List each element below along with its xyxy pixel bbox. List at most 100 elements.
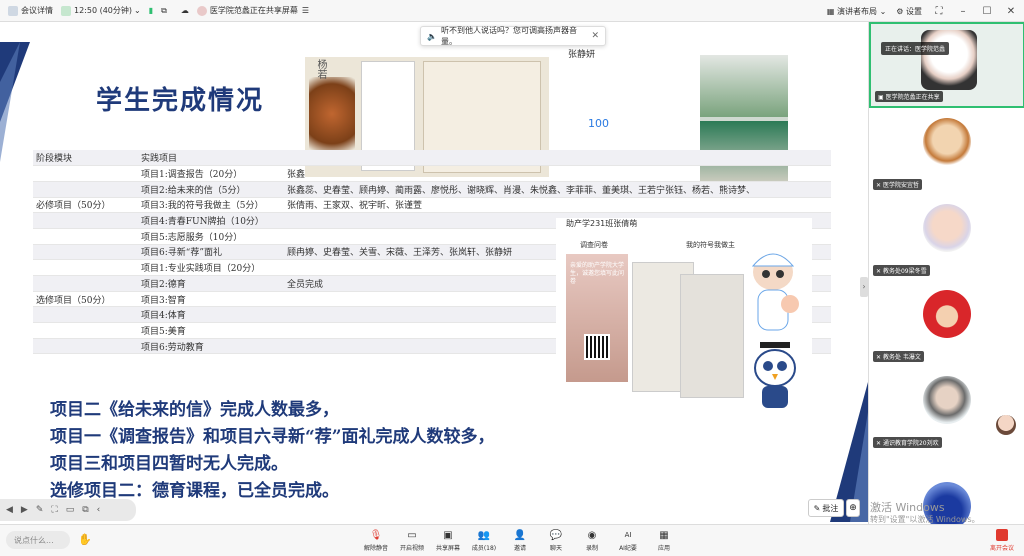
- table-cell: 项目4:青春FUN牌拍（10分）: [138, 212, 284, 229]
- collage-label-survey: 调查问卷: [580, 241, 608, 249]
- participant-name-text: 教务处09梁冬雪: [882, 268, 927, 275]
- tool-label: 共享屏幕: [435, 545, 460, 552]
- camera-icon[interactable]: ▭: [66, 505, 75, 515]
- participant-panel: 正在讲话：医学院范蠡 ▣ 医学院范蠡正在共享 ✕ 医学院安宜哲 ✕ 教务处09梁…: [868, 22, 1024, 530]
- video-icon: ▭: [407, 529, 417, 541]
- mic-off-button[interactable]: 🎙 解除静音: [360, 527, 392, 555]
- shared-screen: 学生完成情况 杨若 张静妍 100 阶段模块 实践项目 项目1:调查报告（20分）张…: [0, 22, 868, 524]
- gear-icon: ⚙: [896, 6, 904, 16]
- table-cell: 张倩雨、王家双、祝宇昕、张谨萱: [284, 197, 831, 214]
- windows-watermark: 激活 Windows 转到"设置"以激活 Windows。: [870, 502, 980, 526]
- mic-off-icon: ✕: [876, 354, 883, 361]
- apps-button[interactable]: ▦ 应用: [648, 527, 680, 555]
- chat-icon: 💬: [549, 529, 563, 541]
- raise-hand-icon[interactable]: ✋: [78, 533, 92, 546]
- table-cell: [33, 212, 138, 229]
- collapse-icon[interactable]: ‹: [97, 505, 101, 515]
- avatar: [923, 290, 971, 338]
- chat-input[interactable]: 说点什么...: [6, 531, 70, 549]
- participant-tile[interactable]: ✕ 医学院安宜哲: [869, 108, 1024, 194]
- table-cell: 项目2:给未来的信（5分）: [138, 181, 284, 198]
- table-cell: 项目3:智育: [138, 291, 284, 308]
- tool-label: AI纪要: [619, 545, 637, 552]
- fullscreen-icon[interactable]: ⛶: [932, 6, 946, 17]
- participant-name: ✕ 教务处09梁冬雪: [873, 265, 930, 276]
- popout-icon[interactable]: ⧉: [161, 6, 167, 16]
- members-icon: 👥: [477, 529, 491, 541]
- participant-name: ✕ 教务处 韦瀑文: [873, 351, 924, 362]
- participant-name: ✕ 医学院安宜哲: [873, 179, 922, 190]
- settings-button[interactable]: ⚙ 设置: [896, 6, 922, 17]
- table-cell: [33, 306, 138, 324]
- participant-tile[interactable]: ✕ 通识教育学院20刘欢: [869, 366, 1024, 452]
- zoom-icon: ⊕: [849, 503, 857, 513]
- members-button[interactable]: 👥 成员(18): [468, 527, 500, 555]
- handwritten-page: [680, 274, 744, 398]
- sharing-icon: ▣: [878, 94, 886, 101]
- speaker-icon: 🔈: [427, 31, 437, 41]
- mic-off-icon: ✕: [876, 182, 883, 189]
- meeting-time: 12:50 (40分钟): [74, 6, 133, 15]
- pen-icon[interactable]: ✎: [36, 505, 44, 515]
- layout-button[interactable]: ▦ 演讲者布局 ⌄: [827, 6, 886, 17]
- participant-name-text: 通识教育学院20刘欢: [882, 440, 939, 447]
- table-cell: 项目6:劳动教育: [138, 338, 284, 355]
- chevron-down-icon: ⌄: [134, 6, 141, 15]
- ai-button[interactable]: AI AI纪要: [612, 527, 644, 555]
- table-row: 必修项目（50分） 项目3:我的符号我做主（5分） 张倩雨、王家双、祝宇昕、张谨萱: [33, 197, 831, 214]
- qr-code-icon: [584, 334, 610, 360]
- self-view-avatar[interactable]: [996, 415, 1016, 435]
- table-cell: [33, 322, 138, 339]
- copy-icon[interactable]: ⧉: [82, 505, 88, 515]
- table-cell: [33, 228, 138, 245]
- signal-icon: ▮: [148, 6, 154, 15]
- speaker-volume-notice: 🔈 听不到他人说话吗？您可调高扬声器音量。 ✕: [420, 26, 606, 46]
- participant-tile[interactable]: ✕ 教务处09梁冬雪: [869, 194, 1024, 280]
- zoom-button[interactable]: ⊕: [846, 499, 860, 517]
- meeting-info-button[interactable]: 会议详情: [8, 5, 53, 16]
- tool-label: 聊天: [549, 545, 562, 552]
- participant-tile[interactable]: 正在讲话：医学院范蠡 ▣ 医学院范蠡正在共享: [869, 22, 1024, 108]
- screenshot-icon[interactable]: ⛶: [51, 505, 57, 515]
- minimize-icon[interactable]: –: [956, 6, 970, 17]
- record-button[interactable]: ◉ 录制: [576, 527, 608, 555]
- table-row: 项目1:调查报告（20分） 张鑫: [33, 165, 831, 182]
- table-cell: [33, 165, 138, 182]
- leave-label: 离开会议: [989, 545, 1014, 552]
- survey-card: 亲爱的助产学院大学生，诚邀您填写此问卷: [566, 254, 628, 382]
- table-cell: 必修项目（50分）: [33, 197, 138, 214]
- next-icon[interactable]: ▶: [21, 505, 28, 515]
- table-cell: [33, 181, 138, 198]
- maximize-icon[interactable]: ☐: [980, 6, 994, 17]
- ai-icon: AI: [624, 531, 632, 539]
- summary-text: 项目二《给未来的信》完成人数最多， 项目一《调查报告》和项目六寻新“荐”面礼完成…: [50, 397, 495, 505]
- comment-label: 批注: [822, 503, 839, 513]
- table-cell: 选修项目（50分）: [33, 291, 138, 308]
- prev-icon[interactable]: ◀: [6, 505, 13, 515]
- chat-button[interactable]: 💬 聊天: [540, 527, 572, 555]
- leave-meeting-button[interactable]: 离开会议: [982, 527, 1022, 555]
- table-cell: 项目1:调查报告（20分）: [138, 165, 284, 182]
- close-icon[interactable]: ✕: [1004, 6, 1018, 17]
- tool-label: 应用: [657, 545, 670, 552]
- collapse-sidebar-icon[interactable]: ›: [860, 277, 868, 297]
- video-button[interactable]: ▭ 开启视频: [396, 527, 428, 555]
- meeting-timer[interactable]: 12:50 (40分钟) ⌄: [61, 5, 141, 16]
- column-header: 阶段模块: [33, 150, 138, 167]
- close-icon[interactable]: ✕: [591, 31, 599, 41]
- watermark-line: 激活 Windows: [870, 501, 945, 514]
- share-screen-button[interactable]: ▣ 共享屏幕: [432, 527, 464, 555]
- shield-icon: [61, 5, 71, 16]
- table-cell: 项目5:志愿服务（10分）: [138, 228, 284, 245]
- avatar: [196, 5, 207, 16]
- comment-button[interactable]: ✎ 批注: [808, 499, 844, 517]
- participant-tile[interactable]: ✕ 教务处 韦瀑文: [869, 280, 1024, 366]
- slide-title: 学生完成情况: [96, 86, 265, 116]
- invite-button[interactable]: 👤 邀请: [504, 527, 536, 555]
- share-status[interactable]: 医学院范蠡正在共享屏幕 ☰: [196, 5, 309, 16]
- nurse-mascot-icon: [751, 253, 799, 331]
- layout-label: 演讲者布局: [837, 6, 878, 16]
- table-header: 阶段模块 实践项目: [33, 150, 831, 167]
- invite-icon: 👤: [513, 529, 527, 541]
- tool-label: 开启视频: [399, 545, 424, 552]
